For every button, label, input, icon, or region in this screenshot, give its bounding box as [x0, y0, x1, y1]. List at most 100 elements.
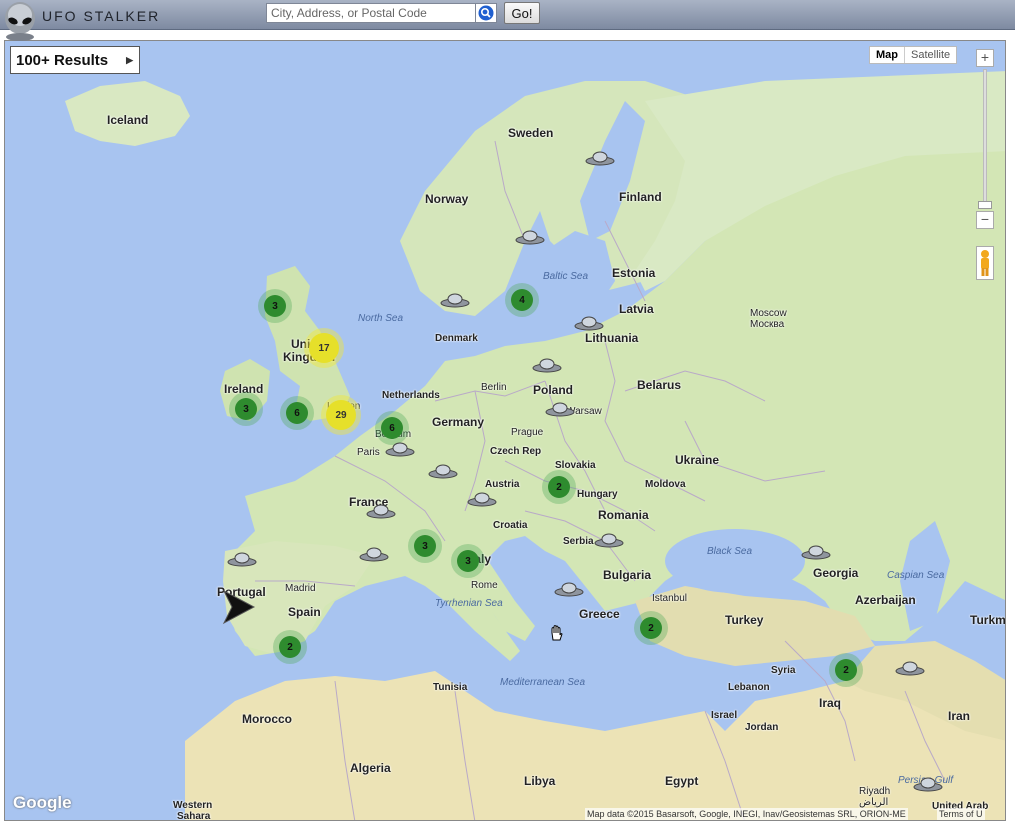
label-spain: Spain — [288, 605, 321, 619]
label-mediterranean-sea: Mediterranean Sea — [500, 677, 586, 688]
alien-logo-icon[interactable] — [2, 1, 38, 41]
results-label: 100+ Results — [16, 51, 109, 69]
label-greece: Greece — [579, 607, 620, 621]
label-black-sea: Black Sea — [707, 546, 753, 557]
label-jordan: Jordan — [745, 722, 779, 733]
cluster-marker[interactable]: 6 — [280, 396, 314, 430]
ufo-sighting-icon[interactable] — [545, 401, 575, 417]
map-type-map-button[interactable]: Map — [870, 47, 905, 63]
hand-cursor-icon — [551, 625, 563, 641]
cluster-marker[interactable]: 4 — [505, 283, 539, 317]
street-view-pegman-icon[interactable] — [976, 246, 994, 280]
label-moscow: Moscow — [750, 308, 787, 319]
label-turkey: Turkey — [725, 613, 764, 627]
label-serbia: Serbia — [563, 536, 594, 547]
ufo-sighting-icon[interactable] — [359, 546, 389, 562]
map-attribution: Map data ©2015 Basarsoft, Google, INEGI,… — [585, 808, 908, 820]
map-type-satellite-button[interactable]: Satellite — [905, 47, 956, 63]
chevron-right-icon: ▶ — [126, 55, 133, 65]
label-azerbaijan: Azerbaijan — [855, 593, 916, 607]
ufo-sighting-icon[interactable] — [385, 441, 415, 457]
label-turkm: Turkm — [970, 613, 1006, 627]
results-toggle-button[interactable]: 100+ Results ▶ — [10, 46, 140, 74]
label-sweden: Sweden — [508, 126, 554, 140]
label-baltic-sea: Baltic Sea — [543, 271, 589, 282]
ufo-sighting-icon[interactable] — [467, 491, 497, 507]
ufo-sighting-icon[interactable] — [227, 551, 257, 567]
app-header: UFO STALKER Go! — [0, 0, 1015, 30]
label-north-sea: North Sea — [358, 313, 404, 324]
label-tunisia: Tunisia — [433, 682, 468, 693]
label-algeria: Algeria — [350, 761, 391, 775]
cluster-marker[interactable]: 3 — [408, 529, 442, 563]
google-logo[interactable]: Google — [13, 793, 72, 813]
site-logo-text[interactable]: UFO STALKER — [42, 8, 160, 24]
label-egypt: Egypt — [665, 774, 699, 788]
label-berlin: Berlin — [481, 382, 507, 393]
ufo-sighting-icon[interactable] — [594, 532, 624, 548]
label-latvia: Latvia — [619, 302, 654, 316]
label-madrid: Madrid — [285, 583, 316, 594]
zoom-out-button[interactable]: − — [976, 211, 994, 229]
label-moldova: Moldova — [645, 479, 686, 490]
cluster-marker[interactable]: 17 — [304, 328, 344, 368]
location-search-input[interactable] — [266, 3, 476, 23]
label-riyadh-ar: الرياض — [859, 797, 889, 808]
cluster-marker[interactable]: 2 — [542, 470, 576, 504]
label-poland: Poland — [533, 383, 574, 397]
label-caspian-sea: Caspian Sea — [887, 570, 945, 581]
zoom-in-button[interactable]: + — [976, 49, 994, 67]
label-denmark: Denmark — [435, 333, 478, 344]
cluster-marker[interactable]: 29 — [321, 395, 361, 435]
cluster-marker[interactable]: 6 — [375, 411, 409, 445]
label-sahara: Sahara — [177, 811, 211, 821]
search-icon[interactable] — [475, 3, 497, 23]
label-estonia: Estonia — [612, 266, 656, 280]
label-norway: Norway — [425, 192, 469, 206]
label-western: Western — [173, 800, 213, 811]
cluster-marker[interactable]: 3 — [229, 392, 263, 426]
label-germany: Germany — [432, 415, 485, 429]
label-georgia: Georgia — [813, 566, 859, 580]
label-netherlands: Netherlands — [382, 390, 440, 401]
ufo-sighting-icon[interactable] — [440, 292, 470, 308]
map-base-layer — [65, 71, 1005, 820]
label-austria: Austria — [485, 479, 520, 490]
ufo-sighting-icon[interactable] — [515, 229, 545, 245]
label-israel: Israel — [711, 710, 738, 721]
map-view[interactable]: Iceland Sweden Norway Finland Estonia La… — [4, 40, 1006, 821]
ufo-sighting-icon[interactable] — [428, 463, 458, 479]
label-rome: Rome — [471, 580, 498, 591]
ufo-sighting-icon[interactable] — [366, 503, 396, 519]
label-iceland: Iceland — [107, 113, 149, 127]
label-tyrrhenian-sea: Tyrrhenian Sea — [435, 598, 503, 609]
ufo-sighting-icon[interactable] — [554, 581, 584, 597]
label-morocco: Morocco — [242, 712, 293, 726]
ufo-sighting-icon[interactable] — [895, 660, 925, 676]
ufo-sighting-icon[interactable] — [574, 315, 604, 331]
cluster-marker[interactable]: 3 — [451, 544, 485, 578]
label-romania: Romania — [598, 508, 649, 522]
zoom-slider-handle[interactable] — [978, 201, 992, 209]
label-croatia: Croatia — [493, 520, 528, 531]
label-czech-rep: Czech Rep — [490, 446, 542, 457]
label-bulgaria: Bulgaria — [603, 568, 652, 582]
label-moscow-ru: Москва — [750, 319, 785, 330]
footer-strip — [0, 821, 1015, 829]
zoom-slider-track[interactable] — [983, 69, 987, 207]
triangle-craft-icon[interactable] — [220, 589, 256, 625]
cluster-marker[interactable]: 2 — [829, 653, 863, 687]
ufo-sighting-icon[interactable] — [801, 544, 831, 560]
cluster-marker[interactable]: 2 — [273, 630, 307, 664]
label-istanbul: Istanbul — [652, 593, 688, 604]
cluster-marker[interactable]: 3 — [258, 289, 292, 323]
ufo-sighting-icon[interactable] — [585, 150, 615, 166]
terms-of-use-link[interactable]: Terms of U — [937, 808, 985, 820]
go-button[interactable]: Go! — [504, 2, 540, 24]
label-belarus: Belarus — [637, 378, 682, 392]
ufo-sighting-icon[interactable] — [913, 776, 943, 792]
cluster-marker[interactable]: 2 — [634, 611, 668, 645]
label-lithuania: Lithuania — [585, 331, 639, 345]
label-iraq: Iraq — [819, 696, 842, 710]
ufo-sighting-icon[interactable] — [532, 357, 562, 373]
